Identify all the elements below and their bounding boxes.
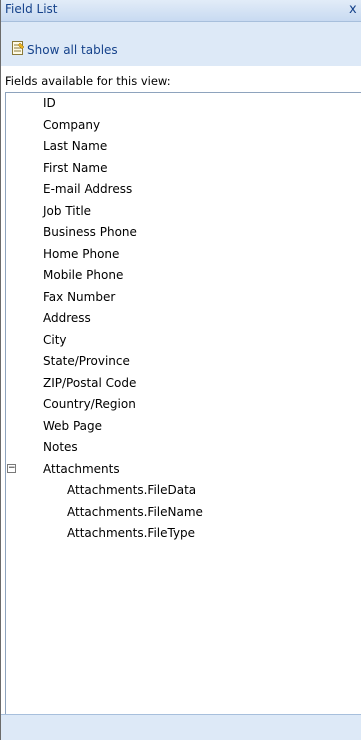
field-item[interactable]: Home Phone (43, 245, 119, 263)
table-edit-icon (12, 41, 25, 56)
field-item[interactable]: Address (43, 309, 91, 327)
field-item[interactable]: Mobile Phone (43, 266, 123, 284)
show-all-tables-link[interactable]: Show all tables (27, 43, 118, 57)
field-list-pane: Field List x Show all tables Fields avai… (0, 0, 361, 740)
field-item[interactable]: Business Phone (43, 223, 137, 241)
field-item[interactable]: Country/Region (43, 395, 136, 413)
field-child-item[interactable]: Attachments.FileName (67, 503, 203, 521)
close-button[interactable]: x (349, 2, 361, 18)
fields-available-label: Fields available for this view: (5, 74, 171, 88)
field-item[interactable]: Company (43, 116, 100, 134)
field-child-item[interactable]: Attachments.FileType (67, 524, 195, 542)
field-item[interactable]: ZIP/Postal Code (43, 374, 136, 392)
pane-footer (1, 714, 361, 740)
collapse-icon[interactable]: − (7, 463, 16, 473)
pane-title: Field List (5, 2, 58, 16)
field-child-item[interactable]: Attachments.FileData (67, 481, 196, 499)
field-item[interactable]: First Name (43, 159, 107, 177)
pane-header: Field List x (1, 0, 361, 22)
field-item[interactable]: Job Title (43, 202, 91, 220)
field-item[interactable]: Web Page (43, 417, 102, 435)
field-item-attachments[interactable]: Attachments (43, 460, 120, 478)
field-item[interactable]: Fax Number (43, 288, 115, 306)
field-item[interactable]: Last Name (43, 137, 107, 155)
field-item[interactable]: Notes (43, 438, 78, 456)
field-item[interactable]: State/Province (43, 352, 130, 370)
field-item[interactable]: ID (43, 94, 56, 112)
field-item[interactable]: City (43, 331, 67, 349)
field-item[interactable]: E-mail Address (43, 180, 132, 198)
